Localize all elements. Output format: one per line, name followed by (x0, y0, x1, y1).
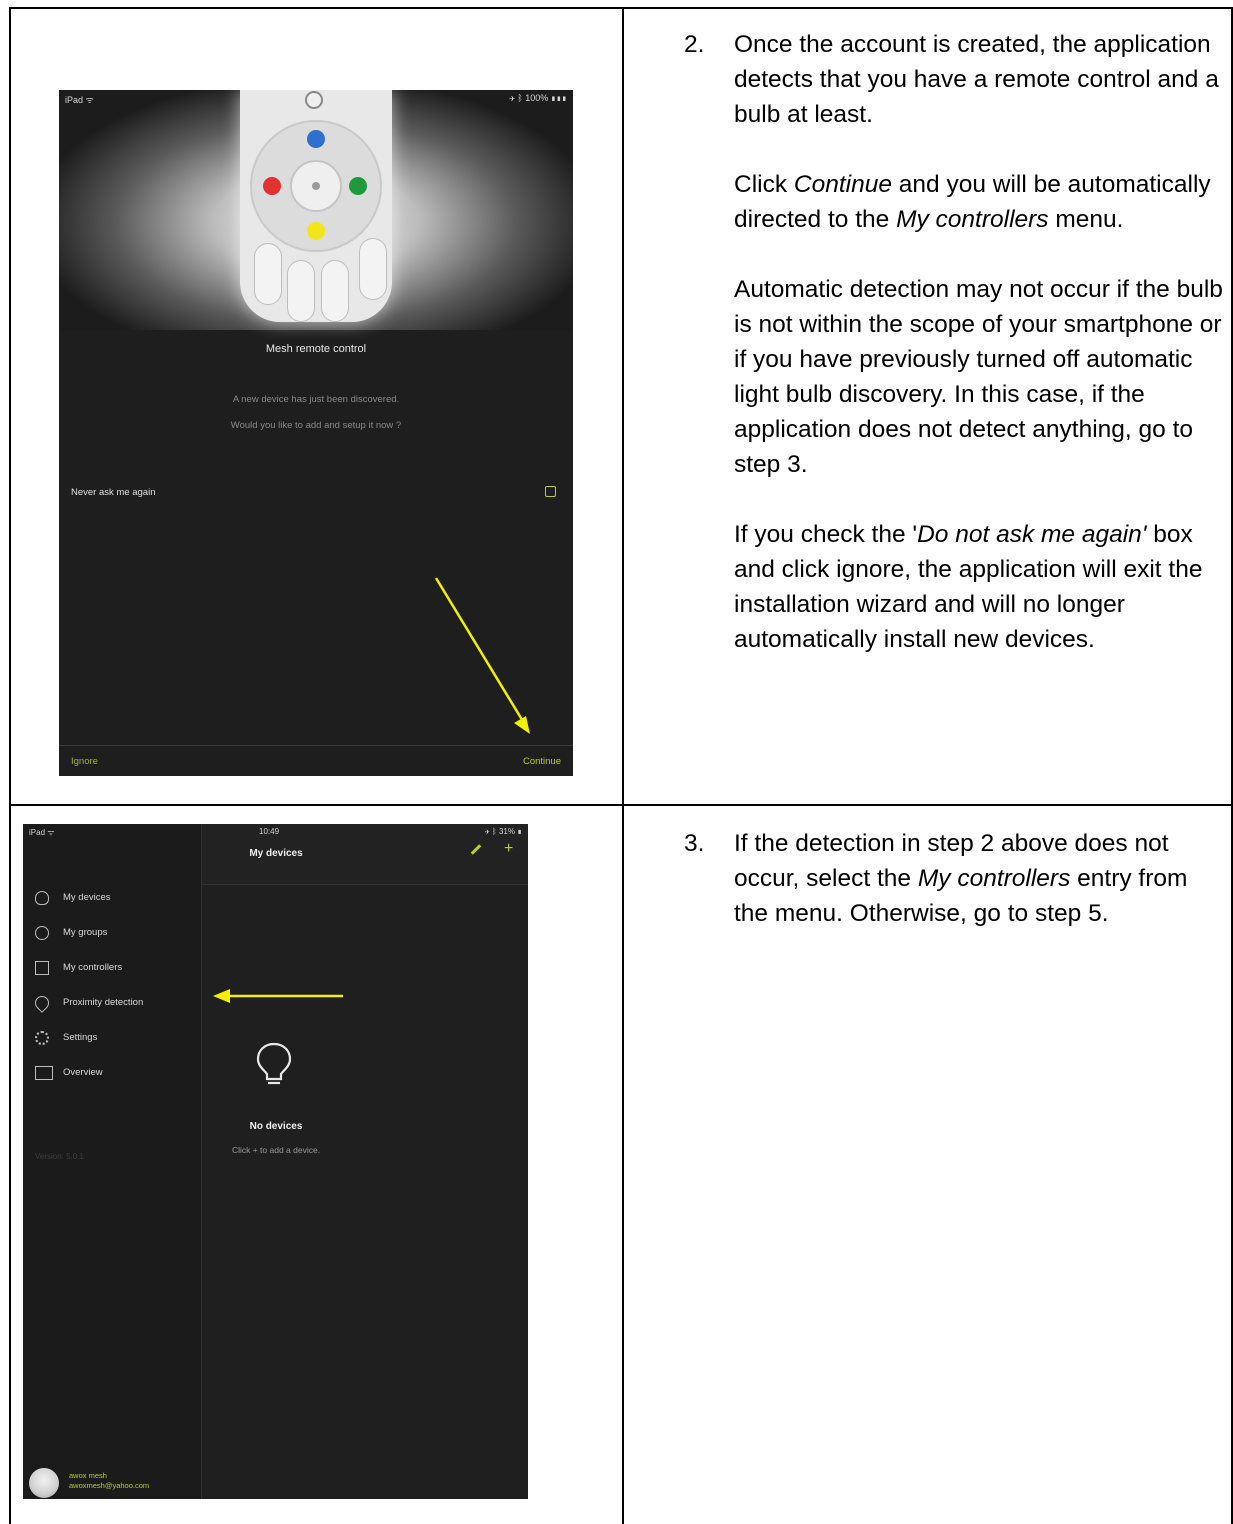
no-devices-hint: Click + to add a device. (231, 1145, 321, 1155)
user-email: awoxmesh@yahoo.com (69, 1481, 150, 1490)
never-ask-checkbox[interactable] (545, 486, 556, 497)
user-name: awox mesh (69, 1471, 107, 1480)
never-ask-label: Never ask me again (71, 487, 156, 498)
gear-icon (35, 1031, 49, 1045)
status-bar-right: ✈ ᛒ 100% ▮▮▮ (509, 93, 567, 103)
continue-button[interactable]: Continue (523, 756, 561, 767)
step-2-paragraph-1: Once the account is created, the applica… (734, 31, 1219, 128)
step-2-paragraph-4: If you check the 'Do not ask me again' b… (734, 521, 1203, 653)
step-2-number: 2. (684, 31, 705, 58)
step-2-paragraph-3: Automatic detection may not occur if the… (734, 276, 1223, 478)
brightness-rocker-icon (254, 243, 282, 305)
center-button-icon (290, 160, 342, 212)
bulb-icon (35, 891, 49, 905)
step-3-number: 3. (684, 830, 705, 857)
controller-icon (35, 961, 49, 975)
overview-icon (35, 1066, 53, 1080)
mode-rocker-icon (287, 260, 315, 322)
status-bar-left: iPad ᯤ (29, 828, 55, 837)
status-bar-right: ✈ ᛒ 31% ▮ (484, 827, 522, 836)
header-title: My devices (249, 848, 303, 859)
bottom-bar-divider (59, 745, 573, 746)
version-label: Version: 5.0.1 (35, 1152, 84, 1161)
groups-icon (35, 926, 49, 940)
side-menu (23, 824, 202, 1499)
ignore-button[interactable]: Ignore (71, 756, 98, 767)
status-bar-left: iPad ᯤ (65, 95, 94, 105)
table-row-divider (9, 804, 1233, 806)
screenshot-device-discovered: iPad ᯤ ✈ ᛒ 100% ▮▮▮ Mesh remote control … (59, 90, 573, 776)
yellow-button-icon (307, 222, 325, 240)
white-rocker-icon (359, 238, 387, 300)
status-bar-time: 10:49 (259, 827, 280, 836)
no-devices-title: No devices (249, 1121, 303, 1132)
favorite-rocker-icon (321, 260, 349, 322)
add-plus-icon[interactable]: + (504, 840, 513, 858)
step-3-paragraph-1: If the detection in step 2 above does no… (734, 830, 1188, 927)
step-2-paragraph-2: Click Continue and you will be automatic… (734, 171, 1211, 233)
power-icon (305, 91, 323, 109)
screenshot-main-menu: iPad ᯤ 10:49 ✈ ᛒ 31% ▮ My devices + My d… (23, 824, 528, 1499)
red-button-icon (263, 177, 281, 195)
empty-bulb-icon (256, 1042, 292, 1085)
table-column-divider (622, 7, 624, 1524)
user-avatar[interactable] (29, 1468, 59, 1498)
green-button-icon (349, 177, 367, 195)
blue-button-icon (307, 130, 325, 148)
device-title: Mesh remote control (265, 343, 367, 355)
discovery-message-line-2: Would you like to add and setup it now ? (230, 420, 402, 431)
discovery-message-line-1: A new device has just been discovered. (232, 394, 400, 405)
